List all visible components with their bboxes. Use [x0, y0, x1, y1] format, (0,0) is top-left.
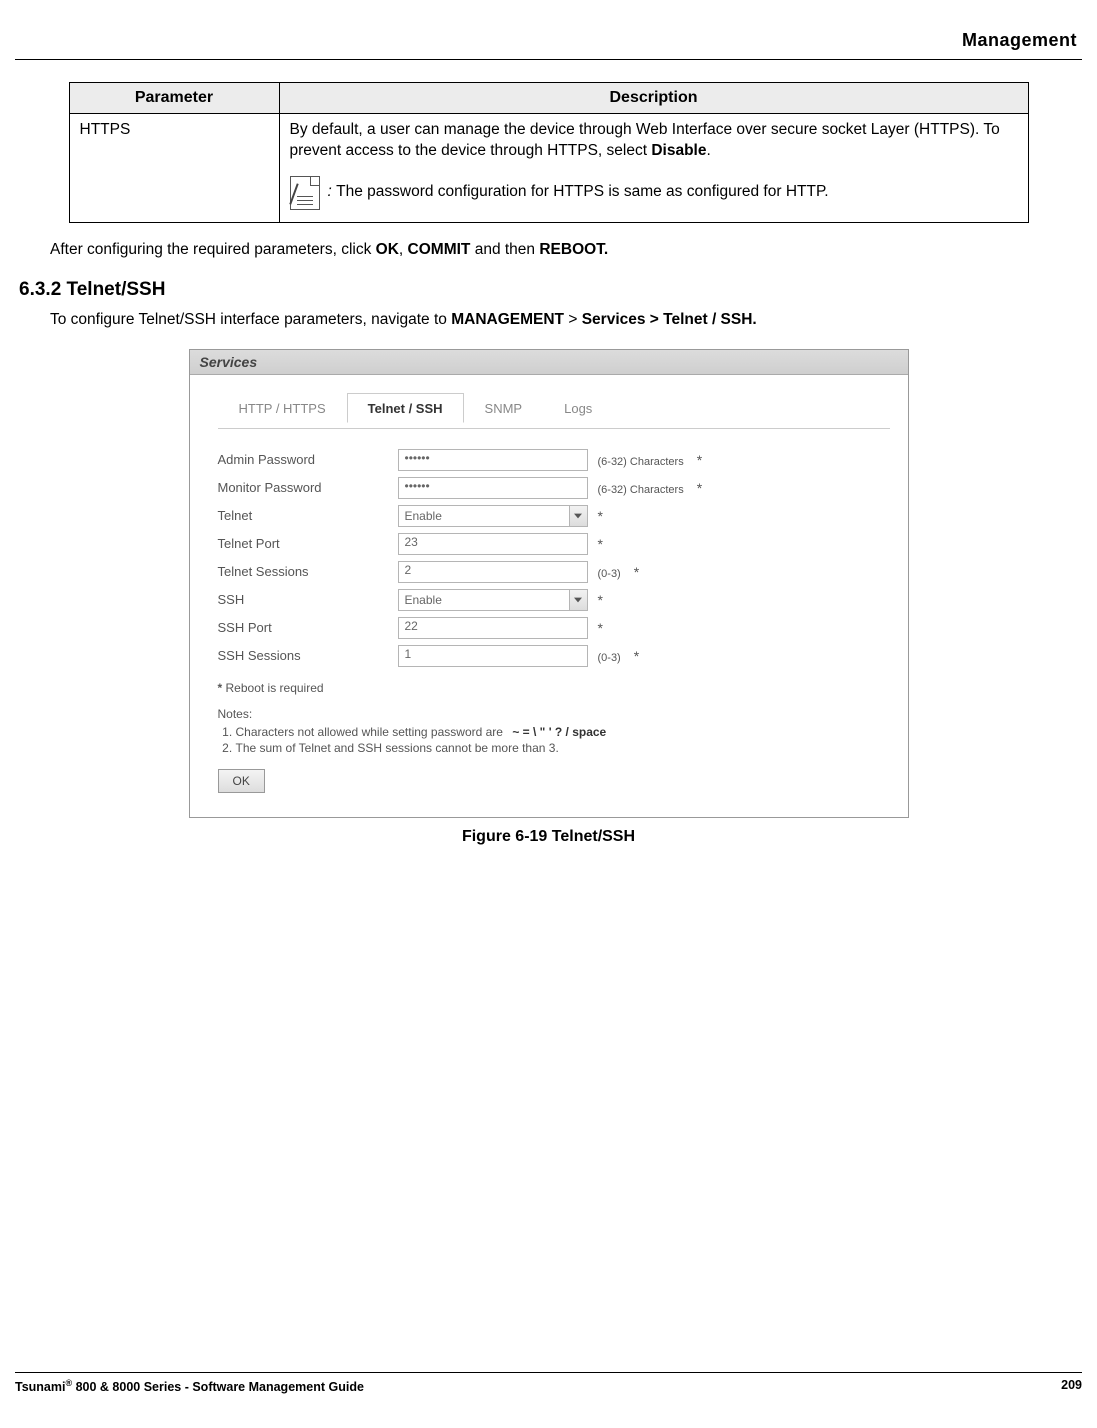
section-heading: 6.3.2 Telnet/SSH	[19, 279, 1082, 301]
input-telnet-port[interactable]: 23	[398, 533, 588, 555]
page-number: 209	[1061, 1378, 1082, 1394]
figure-caption: Figure 6-19 Telnet/SSH	[15, 828, 1082, 846]
note-item: Characters not allowed while setting pas…	[236, 725, 890, 739]
col-parameter: Parameter	[69, 83, 279, 114]
hint-admin-password: (6-32) Characters *	[598, 452, 703, 468]
page-footer: Tsunami® 800 & 8000 Series - Software Ma…	[15, 1372, 1082, 1394]
header-rule	[15, 59, 1082, 60]
desc-text: By default, a user can manage the device…	[290, 121, 1000, 159]
hint-telnet-sessions: (0-3) *	[598, 564, 640, 580]
label-ssh-port: SSH Port	[218, 620, 398, 635]
select-ssh[interactable]: Enable	[398, 589, 588, 611]
services-panel-screenshot: Services HTTP / HTTPS Telnet / SSH SNMP …	[189, 349, 909, 818]
tabs: HTTP / HTTPS Telnet / SSH SNMP Logs	[218, 393, 890, 423]
panel-title: Services	[190, 350, 908, 375]
select-telnet[interactable]: Enable	[398, 505, 588, 527]
parameter-table: Parameter Description HTTPS By default, …	[69, 82, 1029, 223]
input-ssh-sessions[interactable]: 1	[398, 645, 588, 667]
tab-underline	[218, 428, 890, 429]
label-ssh-sessions: SSH Sessions	[218, 648, 398, 663]
section-intro: To configure Telnet/SSH interface parame…	[50, 311, 1082, 329]
row-ssh-port: SSH Port 22 *	[218, 617, 890, 639]
note-item: The sum of Telnet and SSH sessions canno…	[236, 741, 890, 755]
col-description: Description	[279, 83, 1028, 114]
cell-param: HTTPS	[69, 114, 279, 223]
row-telnet-port: Telnet Port 23 *	[218, 533, 890, 555]
input-telnet-sessions[interactable]: 2	[398, 561, 588, 583]
asterisk: *	[598, 592, 603, 608]
row-ssh: SSH Enable *	[218, 589, 890, 611]
chevron-down-icon	[569, 506, 587, 526]
reboot-note: * Reboot is required	[218, 681, 890, 695]
notes-block: Notes: Characters not allowed while sett…	[218, 707, 890, 755]
note-prefix: :	[328, 183, 337, 200]
asterisk: *	[598, 620, 603, 636]
note-row: : The password configuration for HTTPS i…	[290, 176, 1018, 210]
footer-title: Tsunami® 800 & 8000 Series - Software Ma…	[15, 1378, 364, 1394]
note-icon	[290, 176, 320, 210]
notes-title: Notes:	[218, 707, 890, 721]
label-admin-password: Admin Password	[218, 452, 398, 467]
row-telnet-sessions: Telnet Sessions 2 (0-3) *	[218, 561, 890, 583]
ok-button[interactable]: OK	[218, 769, 265, 793]
tab-telnet-ssh[interactable]: Telnet / SSH	[347, 393, 464, 423]
after-config-text: After configuring the required parameter…	[50, 241, 1082, 259]
hint-monitor-password: (6-32) Characters *	[598, 480, 703, 496]
row-admin-password: Admin Password •••••• (6-32) Characters …	[218, 449, 890, 471]
tab-http-https[interactable]: HTTP / HTTPS	[218, 393, 347, 423]
label-ssh: SSH	[218, 592, 398, 607]
asterisk: *	[598, 536, 603, 552]
label-monitor-password: Monitor Password	[218, 480, 398, 495]
asterisk: *	[598, 508, 603, 524]
row-monitor-password: Monitor Password •••••• (6-32) Character…	[218, 477, 890, 499]
row-telnet: Telnet Enable *	[218, 505, 890, 527]
tab-logs[interactable]: Logs	[543, 393, 613, 423]
table-row: HTTPS By default, a user can manage the …	[69, 114, 1028, 223]
hint-ssh-sessions: (0-3) *	[598, 648, 640, 664]
tab-snmp[interactable]: SNMP	[464, 393, 544, 423]
label-telnet: Telnet	[218, 508, 398, 523]
input-admin-password[interactable]: ••••••	[398, 449, 588, 471]
cell-desc: By default, a user can manage the device…	[279, 114, 1028, 223]
desc-bold: Disable	[651, 142, 706, 159]
chevron-down-icon	[569, 590, 587, 610]
row-ssh-sessions: SSH Sessions 1 (0-3) *	[218, 645, 890, 667]
label-telnet-port: Telnet Port	[218, 536, 398, 551]
section-header: Management	[15, 30, 1082, 59]
input-ssh-port[interactable]: 22	[398, 617, 588, 639]
label-telnet-sessions: Telnet Sessions	[218, 564, 398, 579]
input-monitor-password[interactable]: ••••••	[398, 477, 588, 499]
desc-end: .	[706, 142, 710, 159]
note-text: The password configuration for HTTPS is …	[336, 183, 828, 200]
